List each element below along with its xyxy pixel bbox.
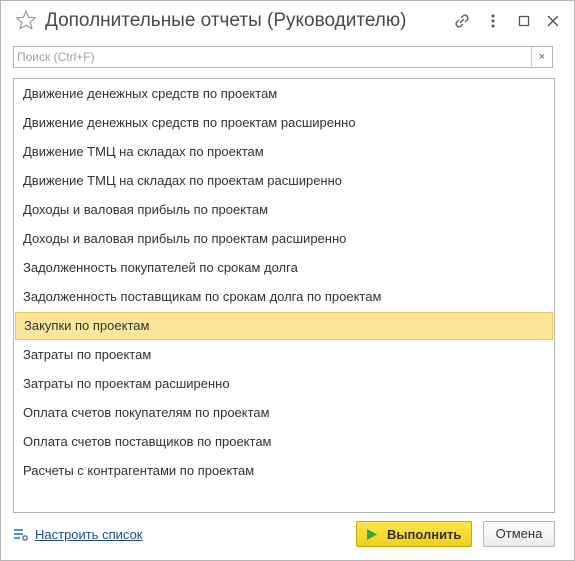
window-title: Дополнительные отчеты (Руководителю) <box>45 10 407 31</box>
list-item[interactable]: Движение ТМЦ на складах по проектам расш… <box>15 167 553 195</box>
list-item[interactable]: Затраты по проектам <box>15 341 553 369</box>
list-item[interactable]: Задолженность покупателей по срокам долг… <box>15 254 553 282</box>
list-item[interactable]: Доходы и валовая прибыль по проектам рас… <box>15 225 553 253</box>
maximize-icon[interactable] <box>514 11 534 31</box>
title-bar: Дополнительные отчеты (Руководителю) <box>1 1 574 41</box>
more-menu-icon[interactable] <box>483 11 503 31</box>
list-item[interactable]: Оплата счетов поставщиков по проектам <box>15 428 553 456</box>
search-clear-button[interactable]: × <box>531 47 552 67</box>
configure-list-label: Настроить список <box>35 527 143 542</box>
search-box: × <box>13 46 553 68</box>
report-list: Движение денежных средств по проектам Дв… <box>13 78 555 513</box>
star-icon[interactable] <box>15 9 37 31</box>
list-item[interactable]: Затраты по проектам расширенно <box>15 370 553 398</box>
run-button-label: Выполнить <box>387 527 462 542</box>
run-button[interactable]: Выполнить <box>356 521 472 547</box>
play-icon <box>367 529 377 540</box>
list-item[interactable]: Движение денежных средств по проектам <box>15 80 553 108</box>
list-item-selected[interactable]: Закупки по проектам <box>15 312 553 340</box>
list-item[interactable]: Задолженность поставщикам по срокам долг… <box>15 283 553 311</box>
list-item[interactable]: Расчеты с контрагентами по проектам <box>15 457 553 485</box>
link-icon[interactable] <box>452 11 472 31</box>
close-icon[interactable] <box>543 11 563 31</box>
report-dialog: Дополнительные отчеты (Руководителю) × Д… <box>0 0 575 561</box>
search-input[interactable] <box>14 47 532 67</box>
list-settings-icon <box>14 529 28 541</box>
list-item[interactable]: Доходы и валовая прибыль по проектам <box>15 196 553 224</box>
cancel-button[interactable]: Отмена <box>483 521 555 547</box>
list-item[interactable]: Движение ТМЦ на складах по проектам <box>15 138 553 166</box>
list-item[interactable]: Оплата счетов покупателям по проектам <box>15 399 553 427</box>
list-item[interactable]: Движение денежных средств по проектам ра… <box>15 109 553 137</box>
